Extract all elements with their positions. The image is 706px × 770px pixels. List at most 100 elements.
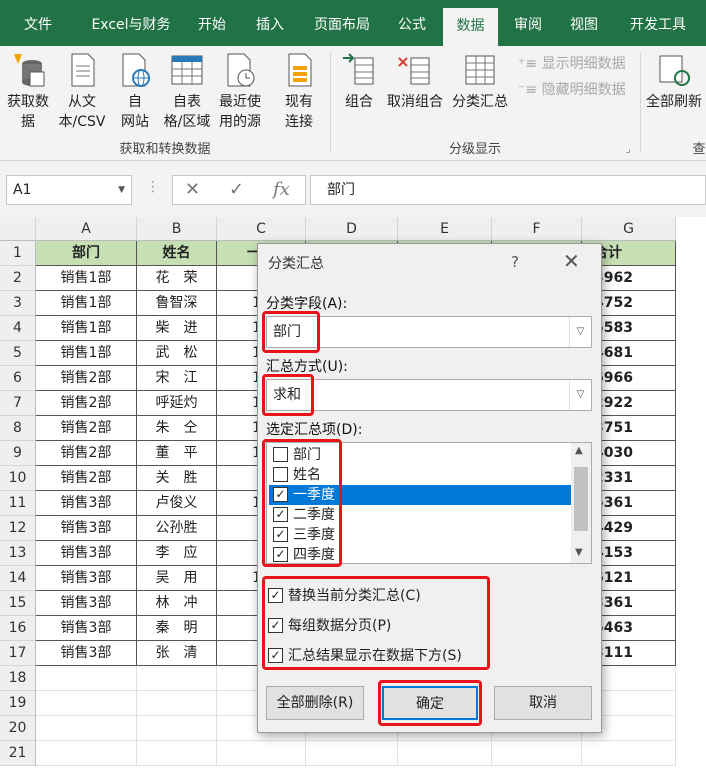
row-header[interactable]: 17 (0, 641, 36, 666)
select-all-corner[interactable] (0, 217, 36, 241)
group-button[interactable]: 组合 (340, 52, 378, 112)
column-header[interactable]: D (306, 217, 398, 241)
scroll-thumb[interactable] (574, 467, 588, 531)
more-options-icon[interactable]: ⋮ (146, 179, 160, 195)
hide-detail-button[interactable]: ⁻≡ 隐藏明细数据 (518, 80, 636, 100)
table-cell[interactable]: 销售3部 (36, 491, 137, 516)
cancel-button[interactable]: 取消 (494, 686, 592, 720)
list-scrollbar[interactable]: ▲ ▼ (571, 443, 591, 563)
row-header[interactable]: 15 (0, 591, 36, 616)
method-select[interactable]: 求和 ▽ (266, 379, 592, 411)
row-header[interactable]: 16 (0, 616, 36, 641)
table-cell[interactable]: 销售3部 (36, 541, 137, 566)
confirm-edit-icon[interactable]: ✓ (229, 179, 244, 200)
row-header[interactable]: 4 (0, 316, 36, 341)
scroll-down-icon[interactable]: ▼ (575, 547, 583, 558)
table-cell[interactable]: 花 荣 (137, 266, 217, 291)
table-cell[interactable]: 呼延灼 (137, 391, 217, 416)
table-cell[interactable] (137, 666, 217, 691)
table-cell[interactable]: 林 冲 (137, 591, 217, 616)
tab-insert[interactable]: 插入 (246, 0, 294, 46)
row-header[interactable]: 14 (0, 566, 36, 591)
table-cell[interactable]: 张 清 (137, 641, 217, 666)
row-header[interactable]: 20 (0, 716, 36, 741)
table-cell[interactable] (137, 716, 217, 741)
chevron-down-icon[interactable]: ▽ (569, 317, 591, 347)
column-header[interactable]: A (36, 217, 137, 241)
help-button[interactable]: ? (511, 253, 519, 271)
formula-input[interactable]: 部门 (310, 175, 706, 205)
table-cell[interactable]: 销售1部 (36, 341, 137, 366)
table-cell[interactable]: 朱 仝 (137, 416, 217, 441)
row-header[interactable]: 19 (0, 691, 36, 716)
get-data-button[interactable]: 获取数 据 (2, 52, 54, 132)
remove-all-button[interactable]: 全部删除(R) (266, 686, 364, 720)
table-cell[interactable] (137, 741, 217, 766)
table-cell[interactable]: 卢俊义 (137, 491, 217, 516)
scroll-up-icon[interactable]: ▲ (575, 445, 583, 456)
row-header[interactable]: 13 (0, 541, 36, 566)
tab-view[interactable]: 视图 (560, 0, 608, 46)
table-cell[interactable]: 鲁智深 (137, 291, 217, 316)
tab-page-layout[interactable]: 页面布局 (304, 0, 380, 46)
tab-home[interactable]: 开始 (188, 0, 236, 46)
tab-excel-finance[interactable]: Excel与财务 (82, 0, 180, 46)
table-cell[interactable]: 销售3部 (36, 566, 137, 591)
insert-function-icon[interactable]: fx (273, 179, 290, 200)
table-cell[interactable] (36, 691, 137, 716)
table-cell[interactable]: 销售2部 (36, 366, 137, 391)
row-header[interactable]: 3 (0, 291, 36, 316)
cancel-edit-icon[interactable]: ✕ (185, 179, 200, 200)
table-cell[interactable]: 销售3部 (36, 591, 137, 616)
table-cell[interactable]: 公孙胜 (137, 516, 217, 541)
table-cell[interactable]: 吴 用 (137, 566, 217, 591)
row-header[interactable]: 11 (0, 491, 36, 516)
table-cell[interactable]: 秦 明 (137, 616, 217, 641)
row-header[interactable]: 2 (0, 266, 36, 291)
table-cell[interactable] (306, 741, 398, 766)
table-cell[interactable]: 销售3部 (36, 641, 137, 666)
recent-sources-button[interactable]: 最近使 用的源 (214, 52, 266, 132)
table-cell[interactable] (492, 741, 582, 766)
table-cell[interactable]: 柴 进 (137, 316, 217, 341)
table-cell[interactable]: 销售2部 (36, 416, 137, 441)
table-cell[interactable] (398, 741, 492, 766)
tab-review[interactable]: 审阅 (504, 0, 552, 46)
table-cell[interactable] (36, 716, 137, 741)
table-cell[interactable] (137, 691, 217, 716)
table-cell[interactable]: 部门 (36, 241, 137, 266)
table-cell[interactable]: 李 应 (137, 541, 217, 566)
row-header[interactable]: 1 (0, 241, 36, 266)
existing-connections-button[interactable]: 现有 连接 (276, 52, 322, 132)
column-header[interactable]: F (492, 217, 582, 241)
table-cell[interactable]: 销售2部 (36, 441, 137, 466)
row-header[interactable]: 9 (0, 441, 36, 466)
ungroup-button[interactable]: 取消组合 (384, 52, 446, 112)
column-header[interactable]: E (398, 217, 492, 241)
row-header[interactable]: 5 (0, 341, 36, 366)
tab-developer[interactable]: 开发工具 (618, 0, 698, 46)
table-cell[interactable]: 关 胜 (137, 466, 217, 491)
column-header[interactable]: C (217, 217, 306, 241)
table-cell[interactable]: 销售3部 (36, 616, 137, 641)
row-header[interactable]: 18 (0, 666, 36, 691)
table-cell[interactable] (36, 741, 137, 766)
dialog-launcher-icon[interactable]: ⌟ (626, 144, 631, 155)
name-box[interactable]: A1 ▼ (6, 175, 132, 205)
table-cell[interactable]: 武 松 (137, 341, 217, 366)
column-header[interactable]: B (137, 217, 217, 241)
show-detail-button[interactable]: ⁺≡ 显示明细数据 (518, 54, 636, 74)
from-csv-button[interactable]: 从文 本/CSV (56, 52, 108, 132)
row-header[interactable]: 8 (0, 416, 36, 441)
tab-formulas[interactable]: 公式 (388, 0, 436, 46)
table-cell[interactable] (36, 666, 137, 691)
table-cell[interactable]: 宋 江 (137, 366, 217, 391)
column-header[interactable]: G (582, 217, 676, 241)
table-cell[interactable]: 姓名 (137, 241, 217, 266)
table-cell[interactable] (217, 741, 306, 766)
table-cell[interactable]: 销售1部 (36, 266, 137, 291)
chevron-down-icon[interactable]: ▼ (118, 176, 125, 204)
row-header[interactable]: 12 (0, 516, 36, 541)
row-header[interactable]: 7 (0, 391, 36, 416)
tab-data[interactable]: 数据 (443, 8, 498, 46)
